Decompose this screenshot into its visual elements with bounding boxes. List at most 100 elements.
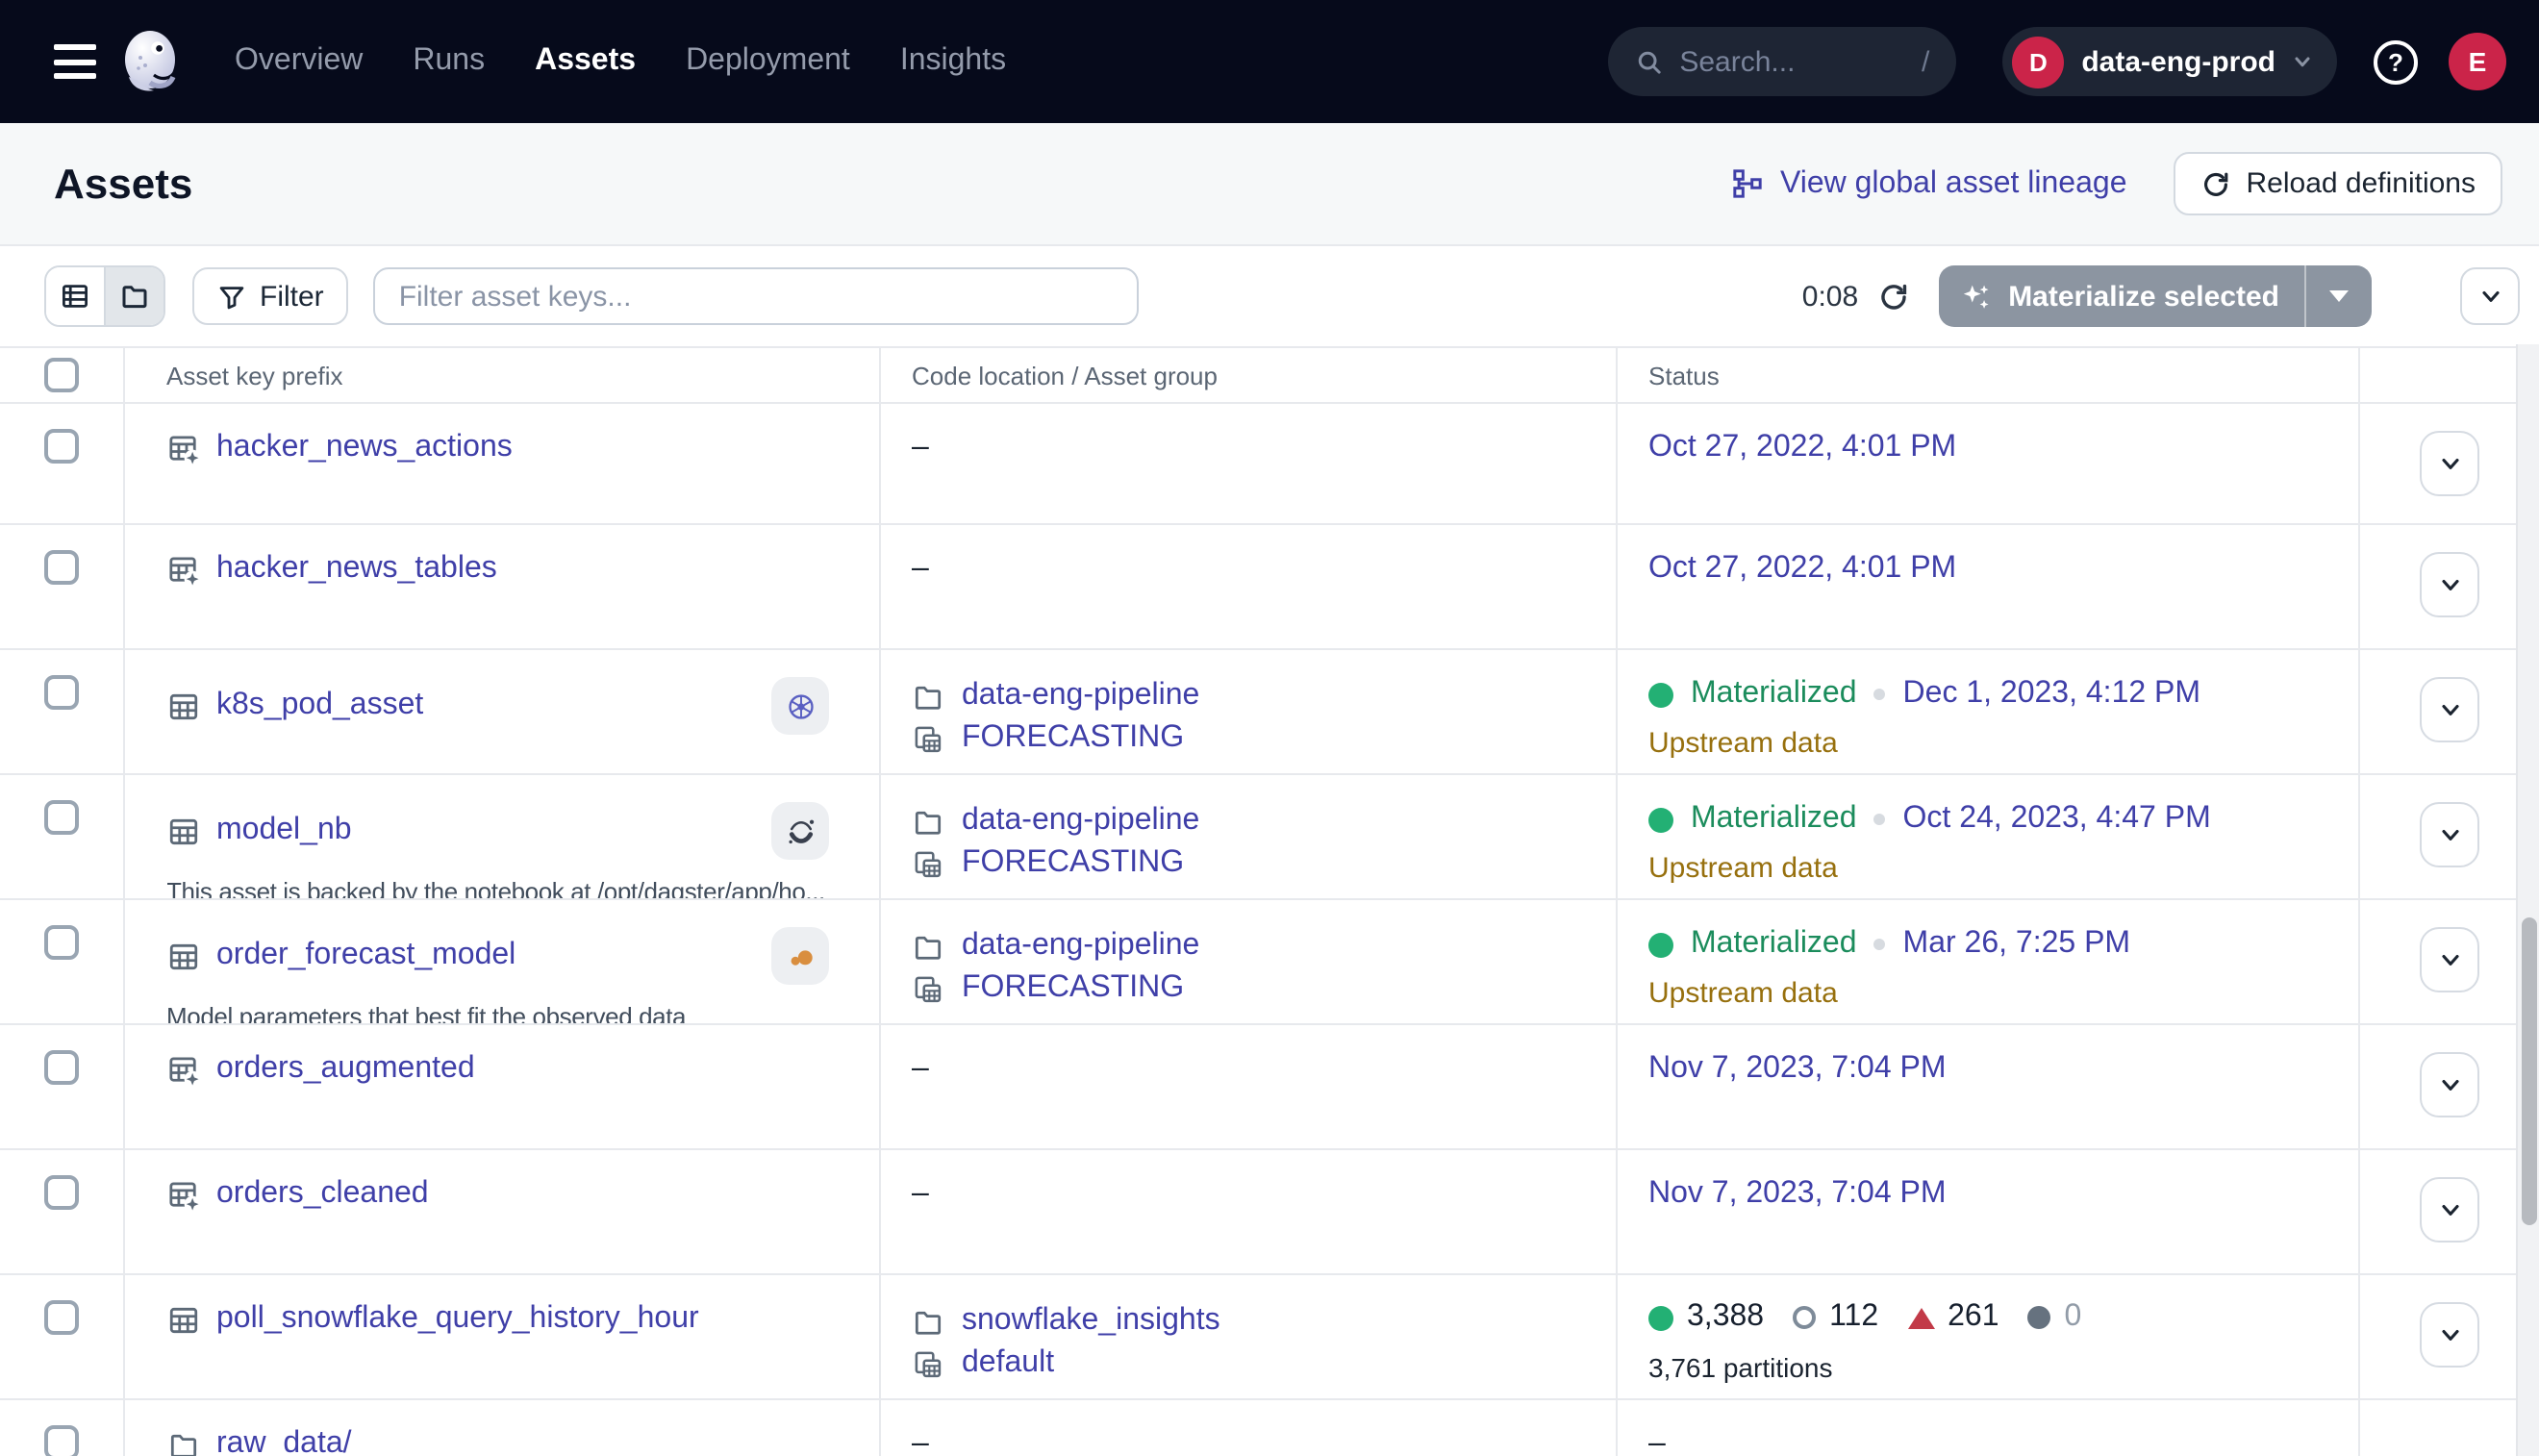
asset-folder-link[interactable]: raw_data/ (216, 1427, 352, 1456)
scrollbar-thumb[interactable] (2521, 917, 2536, 1225)
asset-group-link[interactable]: FORECASTING (962, 971, 1184, 1006)
no-location-dash: – (912, 1177, 1616, 1212)
asset-name-link[interactable]: order_forecast_model (216, 939, 515, 973)
row-expand-button[interactable] (2420, 802, 2479, 867)
scrollbar-track[interactable] (2515, 344, 2539, 1456)
user-avatar[interactable]: E (2449, 33, 2506, 90)
row-expand-button[interactable] (2420, 1052, 2479, 1117)
compute-kind-orange-dots-icon (771, 927, 829, 985)
dagster-assets-page: Overview Runs Assets Deployment Insights… (0, 0, 2539, 1456)
filter-asset-keys-input[interactable] (374, 267, 1140, 325)
table-header-row: Asset key prefix Code location / Asset g… (0, 348, 2539, 404)
row-expand-button[interactable] (2420, 431, 2479, 496)
no-location-dash: – (912, 1052, 1616, 1087)
row-checkbox[interactable] (44, 1425, 79, 1456)
code-location-link[interactable]: data-eng-pipeline (962, 929, 1199, 964)
workspace-switcher[interactable]: D data-eng-prod (2002, 27, 2337, 96)
asset-group-table-icon (166, 432, 199, 464)
chevron-down-icon (2436, 821, 2463, 848)
code-location-link[interactable]: data-eng-pipeline (962, 679, 1199, 714)
row-expand-button[interactable] (2420, 1302, 2479, 1368)
materialization-date-link[interactable]: Oct 27, 2022, 4:01 PM (1648, 431, 1956, 465)
filter-button[interactable]: Filter (192, 267, 349, 325)
code-location-link[interactable]: snowflake_insights (962, 1304, 1220, 1339)
missing-partitions-icon (1793, 1306, 1816, 1329)
more-actions-button[interactable] (2460, 267, 2520, 325)
materialized-status-dot (1648, 807, 1673, 832)
asset-group-link[interactable]: FORECASTING (962, 846, 1184, 881)
asset-table-icon (166, 1303, 199, 1336)
materialization-date-link[interactable]: Nov 7, 2023, 7:04 PM (1648, 1052, 1947, 1087)
compute-kind-kubernetes-icon (771, 677, 829, 735)
materialization-date-link[interactable]: Nov 7, 2023, 7:04 PM (1648, 1177, 1947, 1212)
separator-dot (1874, 939, 1886, 950)
asset-group-table-icon (166, 553, 199, 586)
asset-table-icon (166, 940, 199, 972)
row-checkbox[interactable] (44, 1175, 79, 1210)
asset-group-link[interactable]: FORECASTING (962, 721, 1184, 756)
materialize-selected-button[interactable]: Materialize selected (1939, 265, 2372, 327)
asset-group-link[interactable]: default (962, 1346, 1054, 1381)
asset-name-link[interactable]: k8s_pod_asset (216, 689, 423, 723)
directory-view-toggle[interactable] (104, 267, 163, 325)
global-search-input[interactable]: Search... / (1608, 27, 1956, 96)
compute-kind-jupyter-icon (771, 802, 829, 860)
chevron-down-icon (2436, 571, 2463, 598)
folder-icon (912, 930, 944, 963)
materialization-date-link[interactable]: Dec 1, 2023, 4:12 PM (1903, 677, 2201, 712)
missing-partitions-count: 112 (1829, 1300, 1878, 1335)
dagster-logo-icon[interactable] (115, 25, 189, 98)
reload-definitions-button[interactable]: Reload definitions (2174, 152, 2503, 215)
view-global-asset-lineage-link[interactable]: View global asset lineage (1732, 166, 2127, 201)
flat-view-toggle[interactable] (46, 267, 104, 325)
materialization-date-link[interactable]: Mar 26, 7:25 PM (1903, 927, 2131, 962)
row-checkbox[interactable] (44, 1050, 79, 1085)
materialize-options-caret[interactable] (2304, 265, 2372, 327)
row-checkbox[interactable] (44, 675, 79, 710)
chevron-down-icon (2291, 50, 2314, 73)
nav-item-deployment[interactable]: Deployment (686, 44, 850, 79)
asset-table-icon (166, 815, 199, 847)
refresh-icon[interactable] (1877, 280, 1910, 313)
materialization-date-link[interactable]: Oct 24, 2023, 4:47 PM (1903, 802, 2211, 837)
partitions-summary: 3,761 partitions (1648, 1352, 2358, 1383)
materialized-status-dot (1648, 932, 1673, 957)
row-checkbox[interactable] (44, 429, 79, 464)
materialization-date-link[interactable]: Oct 27, 2022, 4:01 PM (1648, 552, 1956, 587)
reload-button-label: Reload definitions (2247, 167, 2476, 200)
chevron-down-icon (2476, 283, 2503, 310)
asset-table-icon (166, 690, 199, 722)
table-row: hacker_news_actions – Oct 27, 2022, 4:01… (0, 404, 2539, 525)
select-all-checkbox[interactable] (44, 358, 79, 392)
filter-button-label: Filter (260, 280, 324, 313)
asset-name-link[interactable]: poll_snowflake_query_history_hour (216, 1302, 699, 1337)
asset-name-link[interactable]: model_nb (216, 814, 352, 848)
asset-name-link[interactable]: orders_cleaned (216, 1177, 429, 1212)
nav-item-assets[interactable]: Assets (535, 44, 636, 79)
upstream-data-note: Upstream data (1648, 977, 2358, 1010)
nav-item-runs[interactable]: Runs (413, 44, 485, 79)
asset-name-link[interactable]: hacker_news_tables (216, 552, 497, 587)
row-expand-button[interactable] (2420, 677, 2479, 742)
page-header-actions: View global asset lineage Reload definit… (1732, 123, 2502, 244)
assets-toolbar: Filter 0:08 Materialize selected (0, 246, 2539, 348)
chevron-down-icon (2436, 1321, 2463, 1348)
row-expand-button[interactable] (2420, 1177, 2479, 1243)
assets-table: Asset key prefix Code location / Asset g… (0, 348, 2539, 1456)
row-checkbox[interactable] (44, 550, 79, 585)
row-checkbox[interactable] (44, 800, 79, 835)
no-location-dash: – (912, 1427, 1616, 1456)
table-row: model_nb This asset is backed by the not… (0, 775, 2539, 900)
nav-item-insights[interactable]: Insights (900, 44, 1006, 79)
asset-name-link[interactable]: hacker_news_actions (216, 431, 513, 465)
row-checkbox[interactable] (44, 1300, 79, 1335)
nav-item-overview[interactable]: Overview (235, 44, 363, 79)
help-icon[interactable]: ? (2374, 39, 2418, 84)
code-location-link[interactable]: data-eng-pipeline (962, 804, 1199, 839)
hamburger-menu-icon[interactable] (54, 44, 96, 79)
nav-right-cluster: Search... / D data-eng-prod ? E (1608, 0, 2506, 123)
row-expand-button[interactable] (2420, 552, 2479, 617)
asset-name-link[interactable]: orders_augmented (216, 1052, 475, 1087)
row-expand-button[interactable] (2420, 927, 2479, 992)
row-checkbox[interactable] (44, 925, 79, 960)
